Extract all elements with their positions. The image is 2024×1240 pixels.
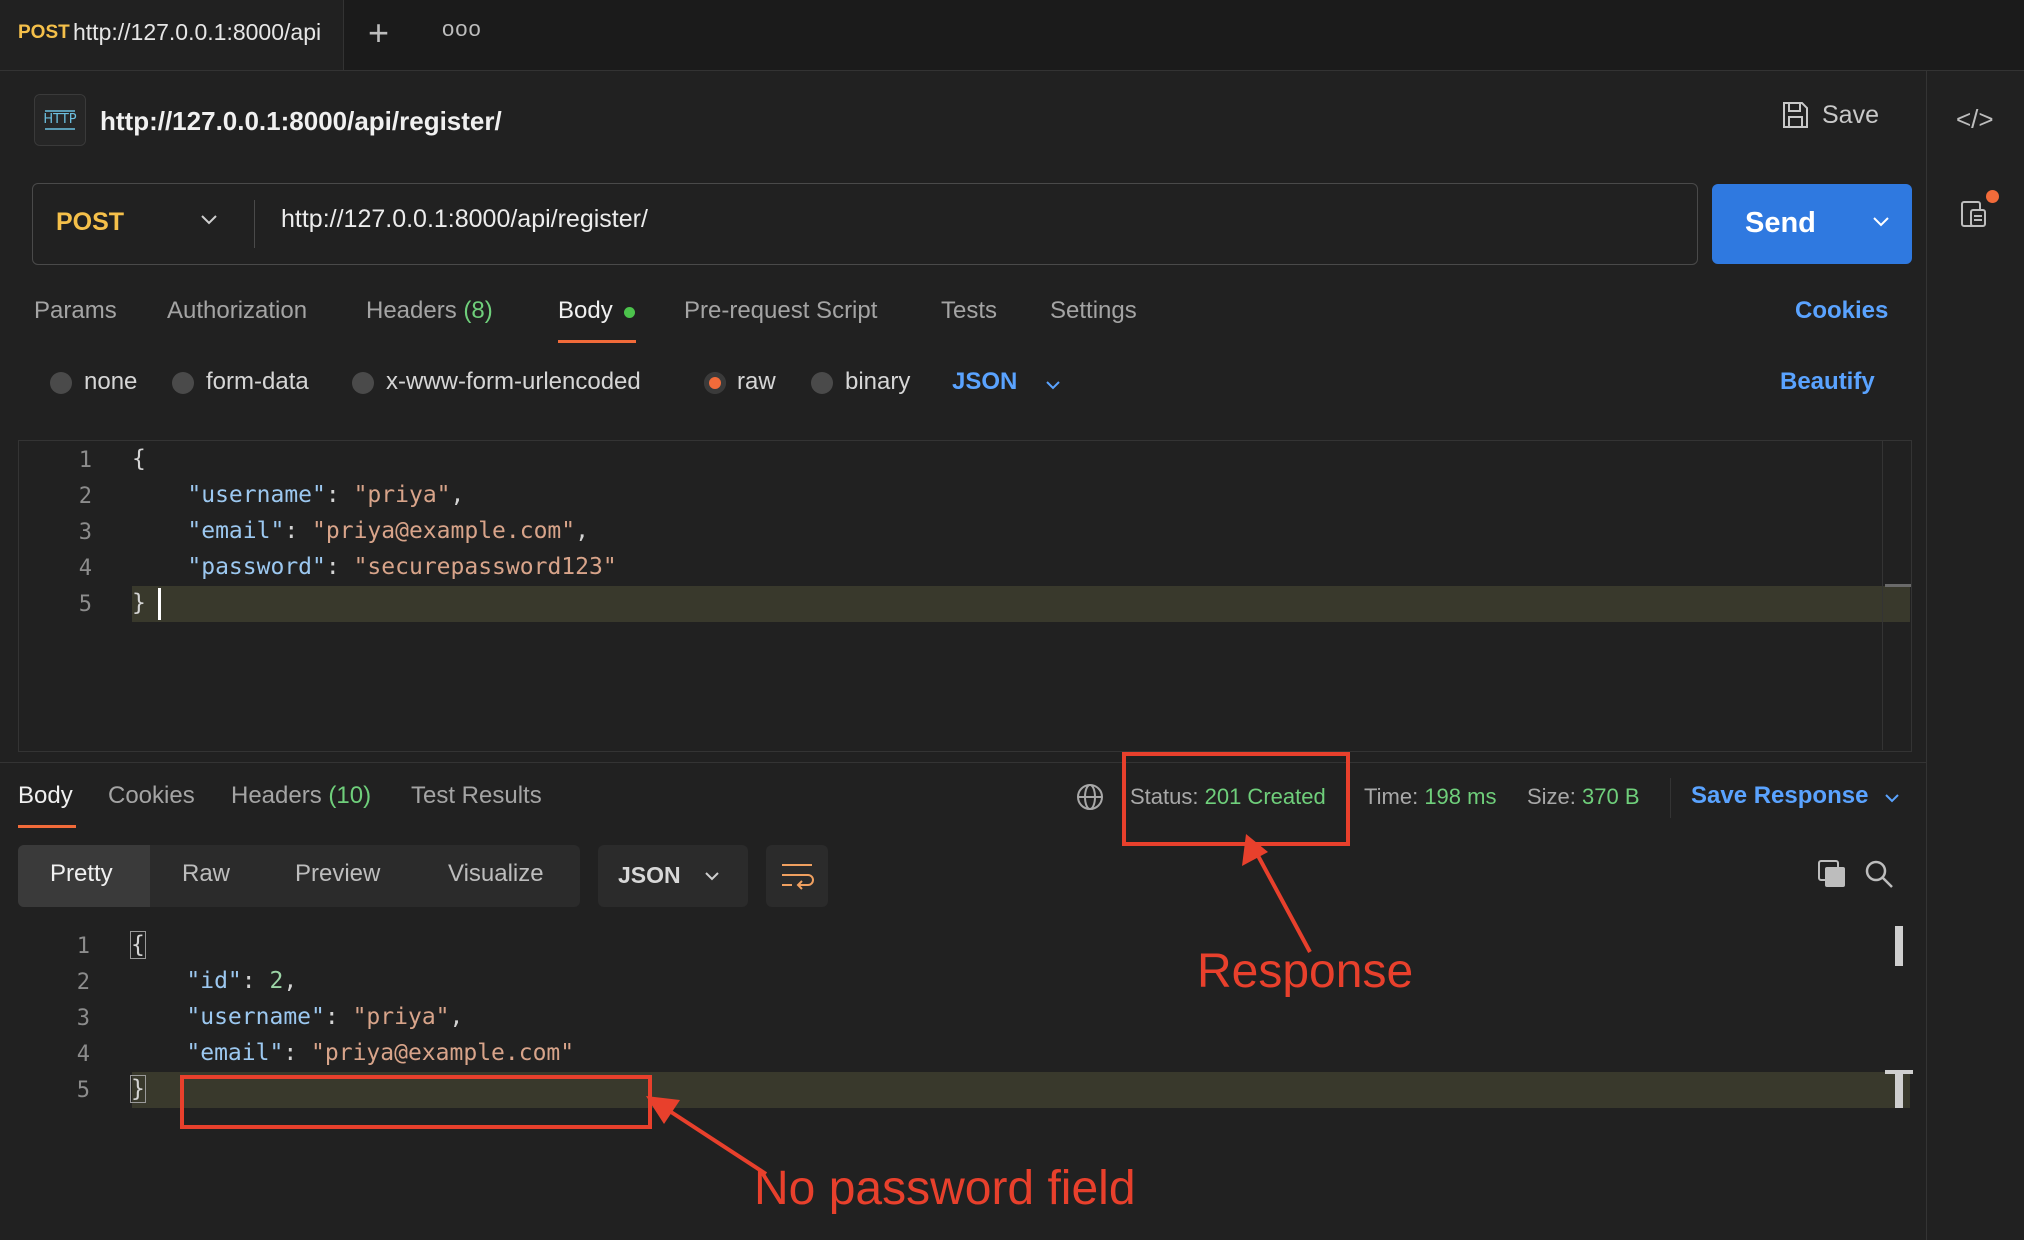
arrow-line [1254, 851, 1312, 953]
arrow-head [1242, 834, 1268, 866]
arrow-head [646, 1096, 680, 1124]
arrow-line [666, 1108, 768, 1176]
annotation-arrows [646, 834, 1312, 1176]
